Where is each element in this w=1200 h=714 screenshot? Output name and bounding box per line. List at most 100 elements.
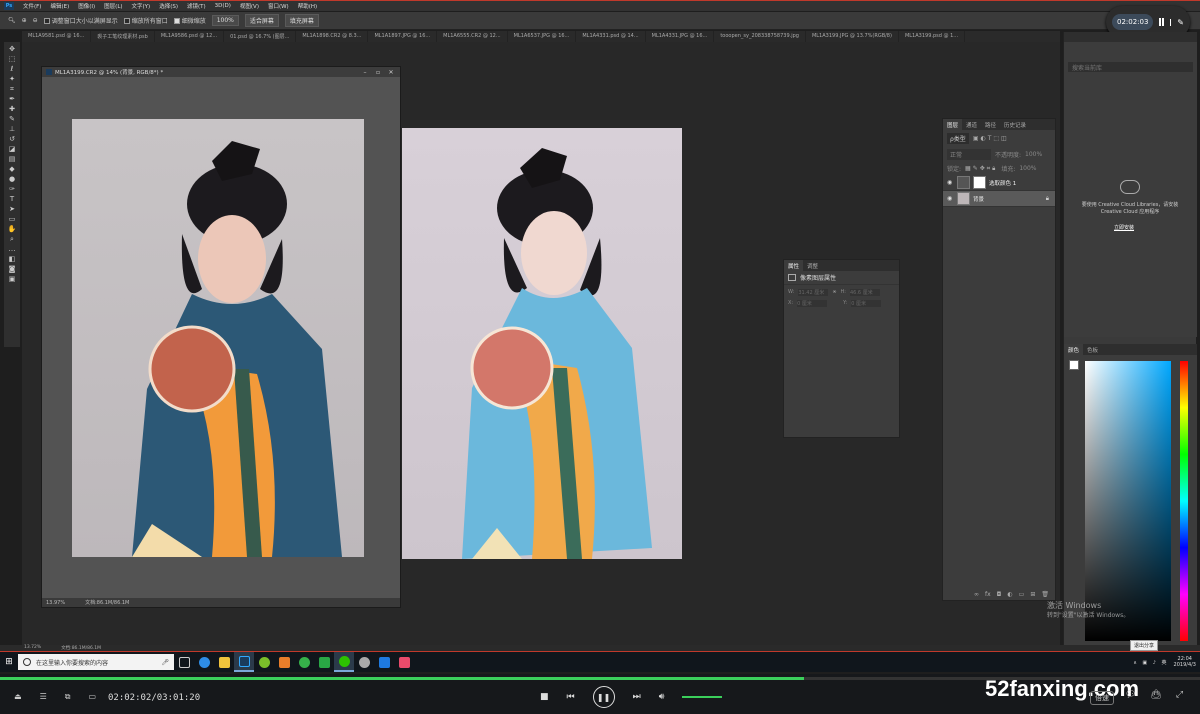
menu-view[interactable]: 视图(V) [240,2,259,10]
height-input[interactable]: 46.6 厘米 [849,289,880,296]
doc-tab[interactable]: ML1A6555.CR2 @ 12... [437,31,508,42]
wechat-icon[interactable] [334,652,354,672]
crop-tool-icon[interactable]: ⌗ [8,85,17,93]
fx-icon[interactable]: fx [985,591,991,598]
hue-slider[interactable] [1180,361,1188,641]
quick-select-tool-icon[interactable]: ✦ [8,75,17,83]
document-window-titlebar[interactable]: ML1A3199.CR2 @ 14% (背景, RGB/8*) * – ▫ ✕ [42,67,400,77]
path-select-icon[interactable]: ➤ [8,205,17,213]
doc-tab[interactable]: ML1A4331.psd @ 14... [576,31,646,42]
marquee-tool-icon[interactable]: ⬚ [8,55,17,63]
menu-3d[interactable]: 3D(D) [215,3,231,9]
menu-image[interactable]: 图像(I) [78,2,95,10]
comment-icon[interactable]: ▭ [88,692,96,702]
task-view-icon[interactable] [174,652,194,672]
eyedropper-tool-icon[interactable]: ✒ [8,95,17,103]
next-icon[interactable]: ⏭ [633,692,641,702]
link-layers-icon[interactable]: ∞ [974,591,979,598]
move-tool-icon[interactable]: ✥ [8,45,17,53]
tab-color[interactable]: 颜色 [1064,344,1084,355]
filter-icons[interactable]: ▣◐T⬚◫ [973,135,1009,142]
doc-tab[interactable]: ML1A1897.JPG @ 16... [368,31,438,42]
zoom-100-button[interactable]: 100% [211,15,239,26]
document-window[interactable]: ML1A3199.CR2 @ 14% (背景, RGB/8*) * – ▫ ✕ … [41,66,401,608]
stop-icon[interactable] [1169,18,1172,26]
doc-tab[interactable]: ML1A6537.JPG @ 16... [508,31,577,42]
screen-mode-icon[interactable]: ▣ [8,275,17,283]
gradient-tool-icon[interactable]: ▤ [8,155,17,163]
app-icon-blue[interactable] [374,652,394,672]
edge-browser-icon[interactable] [194,652,214,672]
adjustment-icon[interactable]: ◐ [1007,591,1012,598]
tab-history[interactable]: 历史记录 [1000,119,1030,130]
opacity-input[interactable]: 100% [1025,151,1042,158]
blur-tool-icon[interactable]: ◆ [8,165,17,173]
tab-adjustments[interactable]: 调整 [803,260,822,271]
menu-type[interactable]: 文字(Y) [132,2,151,10]
doc-tab[interactable]: ML1A3199.JPG @ 13.7%(RGB/8) [806,31,899,42]
document-canvas-image[interactable] [402,128,682,559]
taskbar-search-box[interactable]: 在这里输入你要搜索的内容 🎤︎ [18,654,174,670]
dodge-tool-icon[interactable]: ● [8,175,17,183]
resize-windows-checkbox[interactable]: 调整窗口大小以满屏显示 [43,16,118,25]
tab-paths[interactable]: 路径 [981,119,1000,130]
volume-slider[interactable] [682,696,723,698]
stamp-tool-icon[interactable]: ⊥ [8,125,17,133]
file-explorer-icon[interactable] [214,652,234,672]
tray-clock[interactable]: 22:04 2019/4/3 [1174,656,1196,668]
app-icon-pink[interactable] [394,652,414,672]
app-icon-360[interactable] [294,652,314,672]
previous-icon[interactable]: ⏮ [567,692,575,702]
zoom-out-icon[interactable]: ⊖ [33,17,38,24]
menu-file[interactable]: 文件(F) [23,2,41,10]
foreground-color-swatch[interactable] [1069,360,1079,370]
link-icon[interactable]: ∞ [832,289,836,296]
blend-mode-select[interactable]: 正常 [947,149,991,160]
y-input[interactable]: 0 厘米 [851,300,882,307]
zoom-in-icon[interactable]: ⊕ [22,17,27,24]
doc-tab[interactable]: ML1A9581.psd @ 16... [22,31,92,42]
scrubby-zoom-checkbox[interactable]: 细微缩放 [173,16,206,25]
maximize-button[interactable]: ▫ [373,69,383,76]
chat-icon[interactable]: 💬︎ [1125,690,1136,700]
mask-icon[interactable]: ◘ [997,591,1002,598]
microphone-icon[interactable]: 🎤︎ [161,659,169,666]
pause-icon[interactable] [1159,18,1164,26]
width-input[interactable]: 31.42 厘米 [798,289,829,296]
pause-button[interactable]: ❚❚ [592,686,615,708]
install-link[interactable]: 立即安装 [1114,224,1134,231]
pen-tool-icon[interactable]: ✑ [8,185,17,193]
fit-screen-button[interactable]: 适合屏幕 [244,14,279,27]
volume-icon[interactable]: 🔊︎ [659,692,665,702]
menu-window[interactable]: 窗口(W) [268,2,289,10]
menu-help[interactable]: 帮助(H) [298,2,317,10]
layer-kind-filter[interactable]: ρ类型 [947,133,969,144]
more-tools-icon[interactable]: … [8,245,17,253]
history-brush-icon[interactable]: ↺ [8,135,17,143]
document-image[interactable] [72,119,364,557]
minimize-button[interactable]: – [360,69,370,76]
fullscreen-icon[interactable]: ⤢ [1176,690,1183,700]
new-layer-icon[interactable]: ⊞ [1030,591,1035,598]
tab-properties[interactable]: 属性 [784,260,804,271]
doc-tab[interactable]: 裘子工笔纹理素材.psb [91,31,155,42]
bag-icon[interactable]: 👜︎ [1150,690,1161,700]
doc-tab[interactable]: ML1A9586.psd @ 12... [155,31,225,42]
menu-select[interactable]: 选择(S) [159,2,178,10]
zoom-all-checkbox[interactable]: 缩放所有窗口 [123,16,168,25]
stop-icon[interactable]: ■ [540,692,549,702]
group-icon[interactable]: ▭ [1019,591,1025,598]
tab-channels[interactable]: 通道 [962,119,981,130]
app-icon-green-2[interactable] [314,652,334,672]
lock-icons[interactable]: ▦✎✥⌗🔒︎ [965,165,997,173]
trash-icon[interactable]: 🗑︎ [1041,591,1049,598]
app-icon-orange[interactable] [274,652,294,672]
close-button[interactable]: ✕ [386,69,396,76]
fill-input[interactable]: 100% [1019,165,1036,172]
color-swatches-icon[interactable]: ◧ [8,255,17,263]
lasso-tool-icon[interactable]: ℓ [8,65,17,73]
doc-tab[interactable]: ML1A4331.JPG @ 16... [646,31,715,42]
hand-tool-icon[interactable]: ✋ [8,225,17,233]
share-exit-popup[interactable]: 退出分享 [1130,640,1159,651]
menu-filter[interactable]: 滤镜(T) [187,2,206,10]
